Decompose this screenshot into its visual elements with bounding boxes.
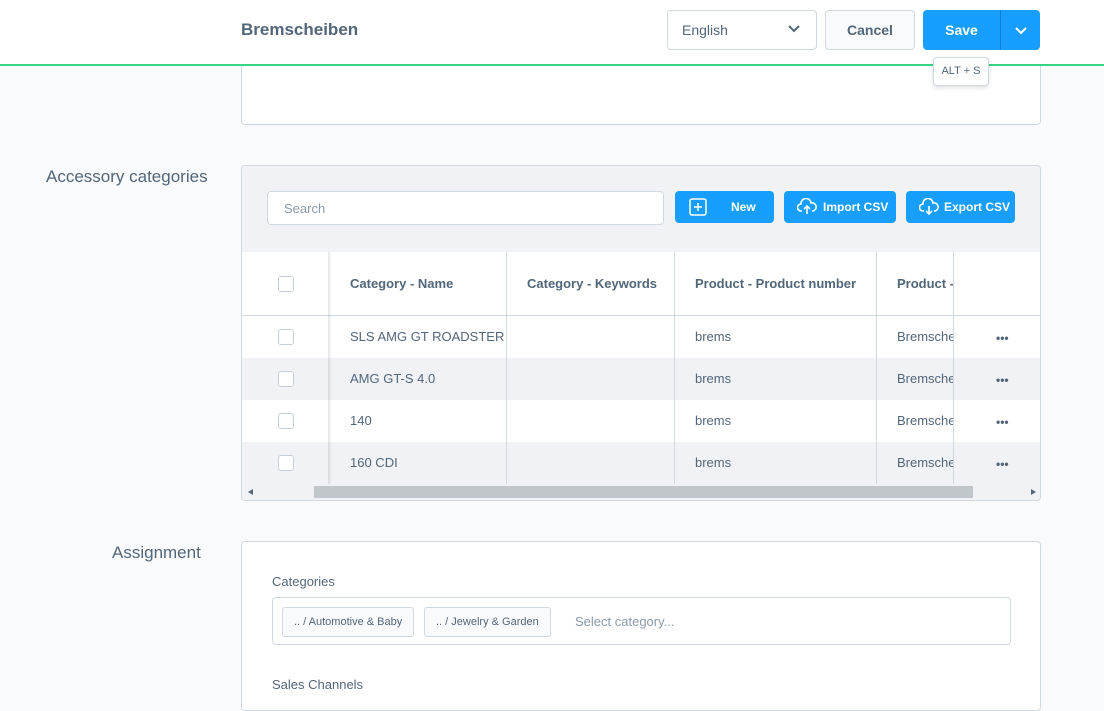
categories-label: Categories (272, 574, 335, 589)
row-checkbox[interactable] (278, 329, 294, 345)
column-header-product-number[interactable]: Product - Product number (695, 276, 856, 291)
category-select-placeholder[interactable]: Select category... (575, 614, 674, 629)
save-button[interactable]: Save (923, 10, 1000, 50)
accessory-categories-label: Accessory categories (46, 167, 208, 186)
row-checkbox[interactable] (278, 413, 294, 429)
language-select-value: English (682, 22, 728, 38)
import-csv-label: Import CSV (823, 200, 889, 214)
cell-product-name: Bremscheiben (897, 413, 953, 428)
cancel-button[interactable]: Cancel (825, 10, 915, 50)
horizontal-scrollbar[interactable] (242, 484, 1040, 500)
more-options-icon[interactable]: ••• (996, 374, 1009, 386)
search-input[interactable] (267, 191, 664, 225)
assignment-label: Assignment (112, 543, 201, 562)
more-options-icon[interactable]: ••• (996, 332, 1009, 344)
cell-category-name: 140 (350, 413, 372, 428)
sticky-column-shadow (328, 252, 332, 484)
chevron-down-icon (788, 25, 800, 33)
cell-product-clip: Bremscheiben (877, 413, 953, 431)
sales-channels-label: Sales Channels (272, 677, 364, 692)
category-chip[interactable]: .. / Jewelry & Garden (424, 607, 551, 637)
select-all-checkbox[interactable] (278, 276, 294, 292)
cell-product-number: brems (695, 413, 732, 428)
cell-product-clip: Bremscheiben (877, 329, 953, 347)
new-button[interactable]: New (675, 191, 774, 223)
row-checkbox[interactable] (278, 455, 294, 471)
cell-product-number: brems (695, 329, 732, 344)
save-shortcut-tooltip: ALT + S (933, 57, 989, 86)
cloud-download-icon (919, 198, 939, 216)
save-options-toggle[interactable] (1000, 10, 1040, 50)
export-csv-button[interactable]: Export CSV (906, 191, 1015, 223)
language-select[interactable]: English (667, 10, 817, 50)
assignment-card: Categories .. / Automotive & Baby .. / J… (241, 541, 1041, 711)
plus-square-icon (689, 198, 707, 216)
table-row[interactable]: 160 CDI brems Bremscheiben (242, 442, 1040, 484)
cell-product-clip: Bremscheiben (877, 455, 953, 473)
grid-toolbar: New Import CSV Export CSV (242, 166, 1040, 252)
cell-product-number: brems (695, 371, 732, 386)
cell-product-number: brems (695, 455, 732, 470)
column-header-category-name[interactable]: Category - Name (350, 276, 453, 291)
column-divider (876, 252, 877, 484)
page-title: Bremscheiben (241, 20, 359, 39)
more-options-icon[interactable]: ••• (996, 458, 1009, 470)
cell-product-clip: Bremscheiben (877, 371, 953, 389)
category-chip[interactable]: .. / Automotive & Baby (282, 607, 415, 637)
column-header-product-name[interactable]: Product - (897, 276, 953, 291)
column-header-category-keywords[interactable]: Category - Keywords (527, 276, 657, 291)
cell-product-name: Bremscheiben (897, 371, 953, 386)
row-checkbox[interactable] (278, 371, 294, 387)
table-row[interactable]: SLS AMG GT ROADSTER brems Bremscheiben (242, 316, 1040, 358)
new-button-label: New (731, 200, 756, 214)
column-header-product-clip: Product - (877, 276, 953, 296)
column-divider (674, 252, 675, 484)
scroll-right-arrow-icon[interactable] (1031, 489, 1036, 495)
cell-category-name: 160 CDI (350, 455, 398, 470)
import-csv-button[interactable]: Import CSV (784, 191, 896, 223)
scrollbar-thumb[interactable] (314, 486, 973, 498)
cell-product-name: Bremscheiben (897, 455, 953, 470)
cell-category-name: SLS AMG GT ROADSTER (350, 329, 505, 344)
row-actions-column: ••• ••• ••• ••• (953, 252, 1040, 484)
table-row[interactable]: AMG GT-S 4.0 brems Bremscheiben (242, 358, 1040, 400)
scroll-left-arrow-icon[interactable] (248, 489, 253, 495)
export-csv-label: Export CSV (944, 200, 1011, 214)
cloud-upload-icon (797, 198, 817, 214)
more-options-icon[interactable]: ••• (996, 416, 1009, 428)
column-divider (506, 252, 507, 484)
accessory-grid: New Import CSV Export CSV Category - Nam… (241, 165, 1041, 501)
category-select[interactable]: .. / Automotive & Baby .. / Jewelry & Ga… (272, 597, 1011, 645)
cell-product-name: Bremscheiben (897, 329, 953, 344)
table-row[interactable]: 140 brems Bremscheiben (242, 400, 1040, 442)
cell-category-name: AMG GT-S 4.0 (350, 371, 436, 386)
table-header-row: Category - Name Category - Keywords Prod… (242, 252, 1040, 316)
chevron-down-icon (1015, 27, 1027, 35)
